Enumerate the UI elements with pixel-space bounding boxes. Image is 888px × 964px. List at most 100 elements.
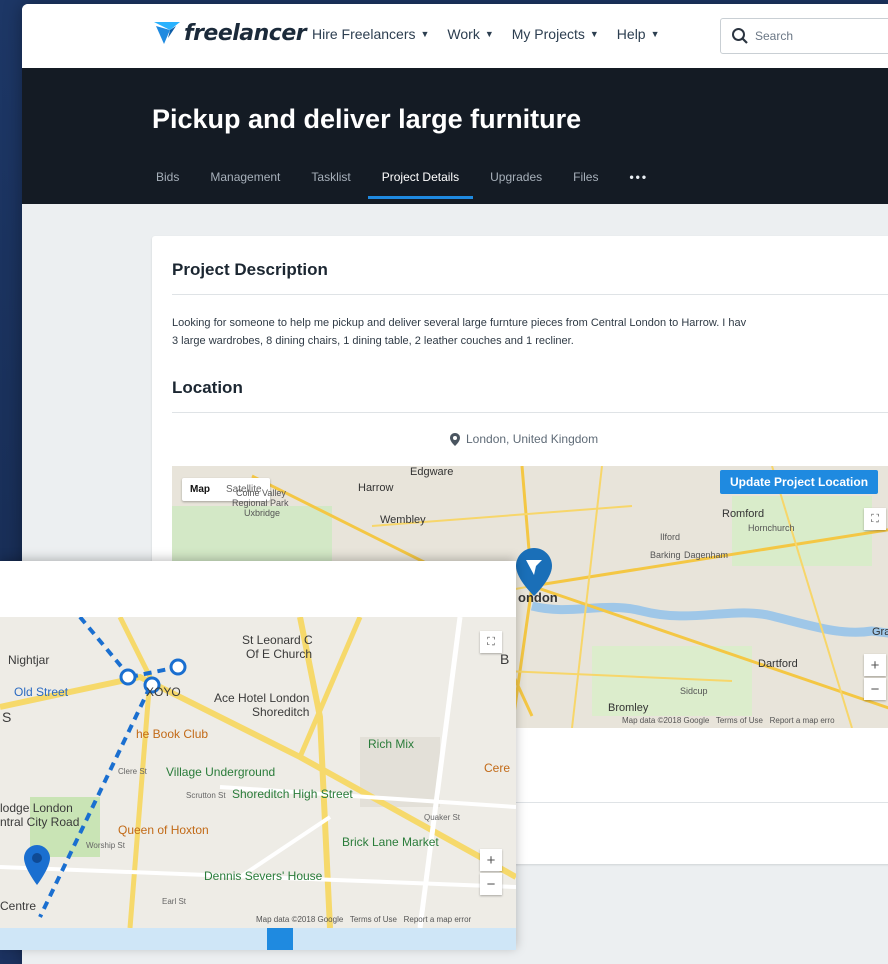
map-label: Grays <box>872 626 888 638</box>
caret-down-icon: ▼ <box>589 29 599 39</box>
map-label: Romford <box>722 508 765 520</box>
map-label: Clere St <box>118 767 147 776</box>
location-text: London, United Kingdom <box>466 432 599 446</box>
location-pin-icon <box>450 432 460 446</box>
map-label: XOYO <box>146 685 181 699</box>
map-label: he Book Club <box>136 727 209 741</box>
map-label: Scrutton St <box>186 791 226 800</box>
map-label: Ace Hotel London <box>214 691 310 705</box>
page-title: Pickup and deliver large furniture <box>152 104 582 134</box>
nav-label: Hire Freelancers <box>312 26 416 42</box>
inset-bottom-bar <box>0 928 516 950</box>
nav-label: Work <box>447 26 480 42</box>
attribution-text: Map data ©2018 Google <box>622 716 710 725</box>
nav-hire-freelancers[interactable]: Hire Freelancers ▼ <box>312 26 429 42</box>
nav-label: My Projects <box>511 26 585 42</box>
project-header: Pickup and deliver large furniture Bids … <box>22 68 888 204</box>
zoom-in-button[interactable]: + <box>480 849 502 871</box>
caret-down-icon: ▼ <box>420 29 430 39</box>
update-project-location-button[interactable]: Update Project Location <box>720 470 879 494</box>
freelancer-bird-icon <box>154 22 180 44</box>
nav-help[interactable]: Help ▼ <box>617 26 660 42</box>
map-label: S <box>2 709 12 725</box>
map-label: lodge London <box>0 801 73 815</box>
map-label: Rich Mix <box>368 737 415 751</box>
zoomed-route-map-overlay: St Leonard C Of E Church Nightjar Old St… <box>0 561 516 950</box>
zoom-in-button[interactable]: + <box>864 654 886 676</box>
map-label: Barking <box>650 550 681 560</box>
map-label: Village Underground <box>166 765 276 779</box>
search-placeholder: Search <box>755 29 794 43</box>
main-nav: Hire Freelancers ▼ Work ▼ My Projects ▼ Hel… <box>312 26 660 42</box>
divider <box>172 294 888 295</box>
map-label: Nightjar <box>8 653 50 667</box>
inset-bottom-handle[interactable] <box>267 928 293 950</box>
map-label: Colne Valley <box>236 488 286 498</box>
zoom-out-button[interactable]: − <box>480 873 502 895</box>
search-input[interactable]: Search <box>720 18 888 54</box>
nav-label: Help <box>616 26 646 42</box>
fullscreen-icon[interactable]: ⛶ <box>480 631 502 653</box>
map-label: B <box>500 651 510 667</box>
tab-upgrades[interactable]: Upgrades <box>490 170 542 198</box>
map-label: Of E Church <box>246 647 313 661</box>
route-map[interactable]: St Leonard C Of E Church Nightjar Old St… <box>0 617 516 928</box>
map-label: Dagenham <box>684 550 729 560</box>
terms-link[interactable]: Terms of Use <box>350 915 397 924</box>
tab-files[interactable]: Files <box>573 170 598 198</box>
nav-work[interactable]: Work ▼ <box>447 26 493 42</box>
description-line: Looking for someone to help me pickup an… <box>172 317 747 329</box>
map-label: Regional Park <box>232 498 289 508</box>
map-label: Earl St <box>162 897 187 906</box>
map-label: Old Street <box>14 685 69 699</box>
map-label: Dennis Severs' House <box>204 869 323 883</box>
map-attribution: Map data ©2018 Google Terms of Use Repor… <box>622 716 835 725</box>
project-description: Looking for someone to help me pickup an… <box>172 314 888 350</box>
map-label: Dartford <box>758 658 798 670</box>
map-label: Shoreditch <box>252 705 310 719</box>
caret-down-icon: ▼ <box>484 29 494 39</box>
map-label: Hornchurch <box>748 523 795 533</box>
map-label: Ilford <box>660 532 681 542</box>
report-error-link[interactable]: Report a map erro <box>770 716 835 725</box>
caret-down-icon: ▼ <box>650 29 660 39</box>
map-label: Edgware <box>410 466 454 478</box>
map-label: Queen of Hoxton <box>118 823 209 837</box>
fullscreen-icon[interactable]: ⛶ <box>864 508 886 530</box>
map-label: Brick Lane Market <box>342 835 439 849</box>
map-label: Cere <box>484 761 511 775</box>
location-heading: Location <box>172 378 243 397</box>
tab-bids[interactable]: Bids <box>156 170 179 198</box>
map-type-map-button[interactable]: Map <box>182 478 218 501</box>
nav-my-projects[interactable]: My Projects ▼ <box>512 26 599 42</box>
attribution-text: Map data ©2018 Google <box>256 915 344 924</box>
tab-tasklist[interactable]: Tasklist <box>311 170 350 198</box>
description-line: 3 large wardrobes, 8 dining chairs, 1 di… <box>172 335 574 347</box>
map-label: Worship St <box>86 841 125 850</box>
zoom-out-button[interactable]: − <box>864 678 886 700</box>
map-marker-icon[interactable] <box>516 548 552 596</box>
more-tabs-icon[interactable]: ••• <box>629 170 648 198</box>
description-heading: Project Description <box>172 260 328 279</box>
divider <box>172 412 888 413</box>
terms-link[interactable]: Terms of Use <box>716 716 763 725</box>
top-navbar: freelancer Hire Freelancers ▼ Work ▼ My Pr… <box>22 4 888 69</box>
freelancer-logo[interactable]: freelancer <box>152 18 307 48</box>
map-label: Sidcup <box>680 686 708 696</box>
map-label: Uxbridge <box>244 508 281 518</box>
map-label: Centre <box>0 899 37 913</box>
project-tabs: Bids Management Tasklist Project Details… <box>156 170 679 199</box>
tab-project-details[interactable]: Project Details <box>367 170 474 199</box>
tab-management[interactable]: Management <box>210 170 280 198</box>
map-label: Quaker St <box>424 813 461 822</box>
location-label: London, United Kingdom <box>450 432 598 446</box>
map-label: ntral City Road <box>0 815 80 829</box>
map-label: Shoreditch High Street <box>232 787 353 801</box>
map-label: St Leonard C <box>242 633 313 647</box>
logo-text: freelancer <box>184 20 307 46</box>
report-error-link[interactable]: Report a map error <box>404 915 472 924</box>
route-destination-marker-icon[interactable] <box>24 845 50 885</box>
map-label: Harrow <box>358 482 394 494</box>
map-attribution: Map data ©2018 Google Terms of Use Repor… <box>256 915 471 924</box>
map-label: Bromley <box>608 702 649 714</box>
